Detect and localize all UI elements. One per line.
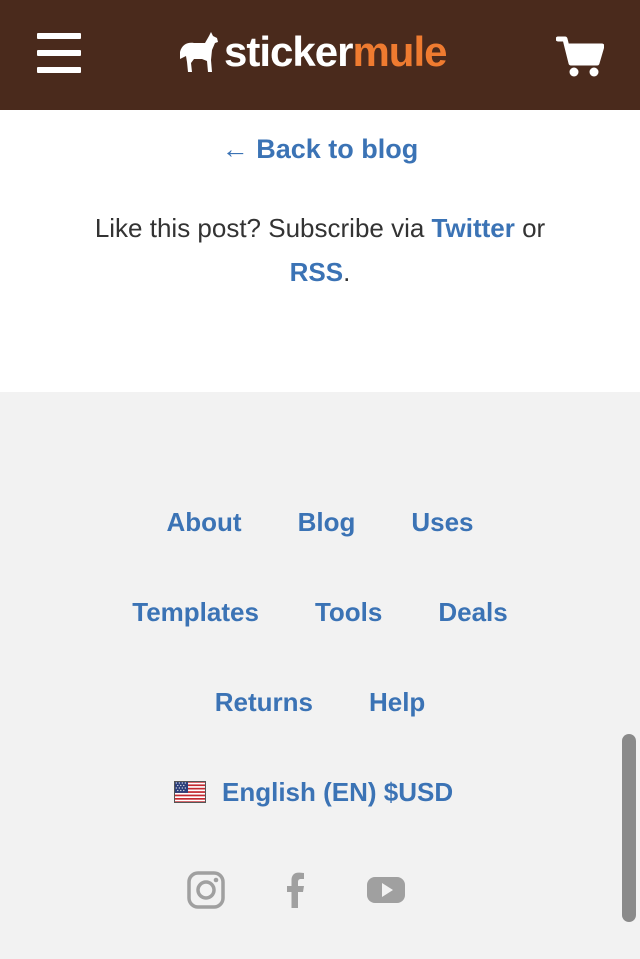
footer-link-blog[interactable]: Blog — [298, 504, 356, 540]
youtube-icon[interactable] — [366, 870, 406, 910]
footer-link-uses[interactable]: Uses — [411, 504, 473, 540]
subscribe-or: or — [514, 213, 546, 243]
instagram-icon[interactable] — [186, 870, 226, 910]
logo-text-sticker: sticker — [224, 28, 353, 75]
mule-logo-icon — [180, 32, 218, 72]
footer-link-help[interactable]: Help — [369, 684, 425, 720]
subscribe-text: Like this post? Subscribe via Twitter or… — [60, 206, 580, 294]
footer-links-row: About Blog Uses — [0, 504, 640, 540]
footer-links-row: Returns Help — [0, 684, 640, 720]
language-currency-selector[interactable]: English (EN) $USD — [174, 774, 453, 810]
footer-link-about[interactable]: About — [166, 504, 241, 540]
footer-link-deals[interactable]: Deals — [438, 594, 507, 630]
footer-link-templates[interactable]: Templates — [132, 594, 259, 630]
twitter-link[interactable]: Twitter — [432, 213, 515, 243]
rss-link[interactable]: RSS — [290, 257, 343, 287]
language-label: English (EN) $USD — [222, 777, 454, 807]
footer-link-returns[interactable]: Returns — [215, 684, 313, 720]
back-to-blog-link[interactable]: ← Back to blog — [0, 130, 640, 168]
us-flag-icon — [174, 781, 206, 803]
facebook-icon[interactable] — [276, 870, 316, 910]
site-footer: About Blog Uses Templates Tools Deals Re… — [0, 392, 640, 959]
shopping-cart-icon[interactable] — [555, 36, 605, 78]
hamburger-menu-icon[interactable] — [37, 33, 81, 73]
subscribe-suffix: . — [343, 257, 351, 287]
blog-post-end-section: ← Back to blog Like this post? Subscribe… — [0, 110, 640, 392]
footer-link-tools[interactable]: Tools — [315, 594, 382, 630]
top-navigation-bar: stickermule — [0, 0, 640, 110]
vertical-scrollbar[interactable] — [622, 734, 636, 922]
stickermule-logo[interactable]: stickermule — [178, 28, 447, 76]
footer-links-row: Templates Tools Deals — [0, 594, 640, 630]
logo-text-mule: mule — [352, 28, 447, 75]
subscribe-prefix: Like this post? Subscribe via — [94, 213, 432, 243]
